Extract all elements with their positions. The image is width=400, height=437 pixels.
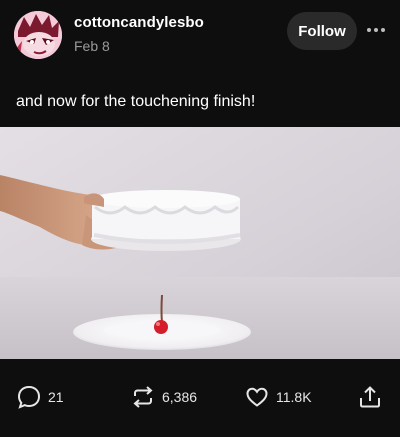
post-video[interactable]	[0, 127, 400, 359]
post-date: Feb 8	[74, 38, 110, 54]
heart-icon	[246, 387, 268, 407]
share-upload-icon	[360, 386, 380, 408]
avatar-illustration	[14, 11, 62, 59]
reblog-count: 6,386	[162, 389, 198, 405]
video-frame-image	[0, 127, 400, 359]
post-card: cottoncandylesbo Feb 8 Follow and now fo…	[0, 0, 400, 437]
username[interactable]: cottoncandylesbo	[74, 14, 204, 31]
comment-count: 21	[48, 389, 64, 405]
avatar[interactable]	[14, 11, 62, 59]
post-header: cottoncandylesbo Feb 8 Follow	[0, 0, 400, 72]
share-button[interactable]	[357, 374, 383, 420]
comment-button[interactable]: 21	[16, 374, 64, 420]
like-count: 11.8K	[276, 389, 312, 405]
reblog-button[interactable]: 6,386	[130, 374, 197, 420]
post-actions: 21 6,386 11.8K	[0, 374, 400, 422]
comment-bubble-icon	[17, 385, 41, 409]
follow-button[interactable]: Follow	[287, 12, 357, 50]
like-button[interactable]: 11.8K	[244, 374, 312, 420]
ellipsis-icon[interactable]	[366, 22, 386, 38]
post-caption: and now for the touchening finish!	[16, 93, 256, 110]
reblog-arrows-icon	[133, 386, 153, 408]
